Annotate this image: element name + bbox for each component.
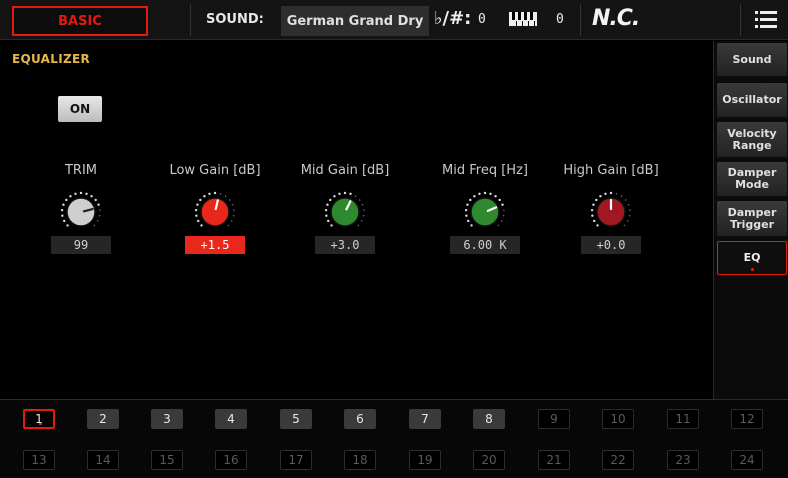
divider: [740, 4, 741, 36]
page-button-1[interactable]: 1: [23, 409, 55, 429]
page-button-23[interactable]: 23: [667, 450, 699, 470]
page-button-15[interactable]: 15: [151, 450, 183, 470]
sound-label: SOUND:: [206, 12, 264, 27]
page-button-11[interactable]: 11: [667, 409, 699, 429]
knob-mid-gain: Mid Gain [dB] +3.0: [290, 163, 400, 254]
tab-oscillator[interactable]: Oscillator: [717, 83, 787, 117]
page-button-18[interactable]: 18: [344, 450, 376, 470]
transpose-value: 0: [478, 12, 486, 27]
mid-gain-value[interactable]: +3.0: [315, 236, 375, 254]
menu-icon[interactable]: [755, 10, 777, 30]
page-button-21[interactable]: 21: [538, 450, 570, 470]
page-button-6[interactable]: 6: [344, 409, 376, 429]
page-button-9[interactable]: 9: [538, 409, 570, 429]
knob-trim: TRIM 99: [26, 163, 136, 254]
sound-name-field[interactable]: German Grand Dry: [281, 6, 429, 36]
mid-freq-knob[interactable]: [463, 190, 507, 234]
page-button-3[interactable]: 3: [151, 409, 183, 429]
tab-eq-label: EQ: [743, 251, 761, 264]
side-tab-bar: Sound Oscillator Velocity Range Damper M…: [713, 41, 788, 399]
page-button-7[interactable]: 7: [409, 409, 441, 429]
page-button-12[interactable]: 12: [731, 409, 763, 429]
page-selector: 1 2 3 4 5 6 7 8 9 10 11 12 13 14 15 16 17 18 19 20 21 22 23 24: [0, 399, 788, 478]
page-button-17[interactable]: 17: [280, 450, 312, 470]
page-button-4[interactable]: 4: [215, 409, 247, 429]
top-bar: BASIC SOUND: German Grand Dry ♭/#: 0 0 N…: [0, 0, 788, 40]
transpose-icon: ♭/#:: [434, 8, 472, 29]
knob-high-gain: High Gain [dB] +0.0: [556, 163, 666, 254]
equalizer-panel: EQUALIZER ON TRIM 99 Low Gain [dB] +1.5 …: [0, 41, 712, 399]
high-gain-value[interactable]: +0.0: [581, 236, 641, 254]
page-button-19[interactable]: 19: [409, 450, 441, 470]
keyboard-icon: [509, 12, 537, 26]
mid-freq-value[interactable]: 6.00 K: [450, 236, 520, 254]
trim-value[interactable]: 99: [51, 236, 111, 254]
page-button-2[interactable]: 2: [87, 409, 119, 429]
chord-display: N.C.: [592, 6, 640, 31]
divider: [580, 4, 581, 36]
page-button-24[interactable]: 24: [731, 450, 763, 470]
trim-knob[interactable]: [59, 190, 103, 234]
tab-damper-trigger[interactable]: Damper Trigger: [717, 201, 787, 236]
page-button-20[interactable]: 20: [473, 450, 505, 470]
panel-title: EQUALIZER: [12, 52, 91, 66]
knob-label: Mid Gain [dB]: [300, 163, 390, 178]
divider: [190, 4, 191, 36]
tab-eq[interactable]: EQ: [717, 241, 787, 275]
page-button-14[interactable]: 14: [87, 450, 119, 470]
mode-button[interactable]: BASIC: [12, 6, 148, 36]
low-gain-value[interactable]: +1.5: [185, 236, 245, 254]
knob-label: High Gain [dB]: [563, 163, 659, 178]
page-button-13[interactable]: 13: [23, 450, 55, 470]
selected-indicator: [751, 268, 754, 271]
tab-damper-mode[interactable]: Damper Mode: [717, 162, 787, 196]
page-button-8[interactable]: 8: [473, 409, 505, 429]
knob-mid-freq: Mid Freq [Hz] 6.00 K: [430, 163, 540, 254]
knob-label: Mid Freq [Hz]: [442, 163, 528, 178]
high-gain-knob[interactable]: [589, 190, 633, 234]
low-gain-knob[interactable]: [193, 190, 237, 234]
tab-velocity-range[interactable]: Velocity Range: [717, 122, 787, 157]
octave-value: 0: [556, 12, 564, 27]
mid-gain-knob[interactable]: [323, 190, 367, 234]
eq-on-button[interactable]: ON: [58, 96, 102, 122]
tab-sound[interactable]: Sound: [717, 43, 787, 76]
page-button-22[interactable]: 22: [602, 450, 634, 470]
knob-label: Low Gain [dB]: [169, 163, 261, 178]
knob-low-gain: Low Gain [dB] +1.5: [160, 163, 270, 254]
page-button-16[interactable]: 16: [215, 450, 247, 470]
knob-label: TRIM: [64, 163, 98, 178]
page-button-10[interactable]: 10: [602, 409, 634, 429]
page-button-5[interactable]: 5: [280, 409, 312, 429]
